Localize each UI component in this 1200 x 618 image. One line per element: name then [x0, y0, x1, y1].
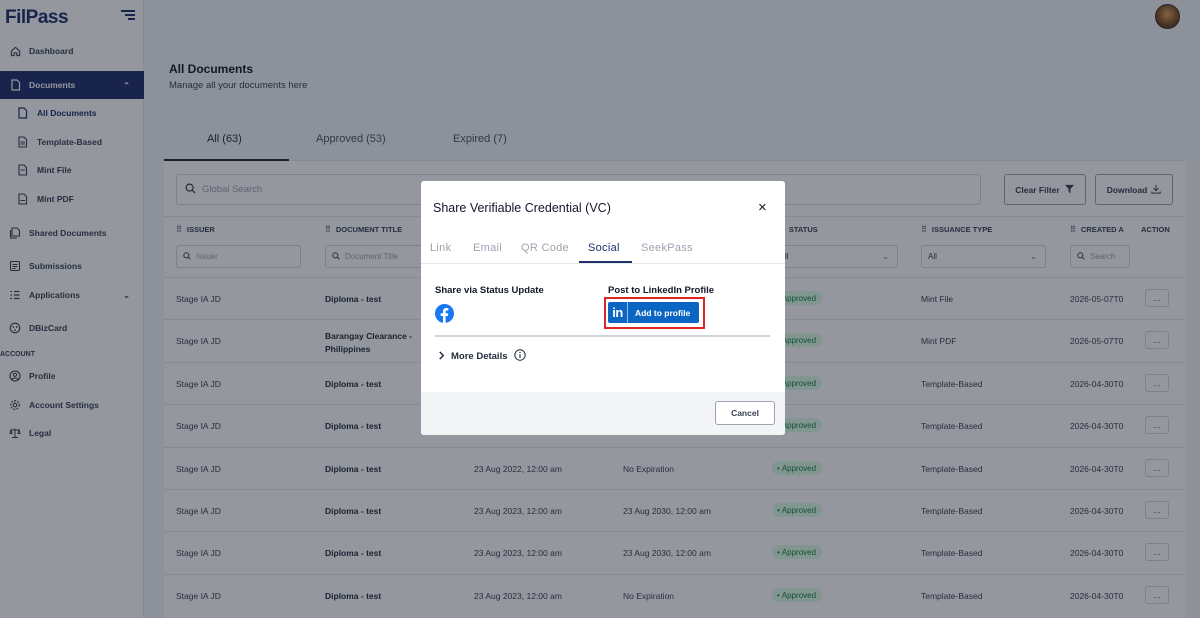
- linkedin-icon: in: [608, 302, 628, 323]
- add-to-profile-button[interactable]: in Add to profile: [608, 302, 699, 323]
- modal-divider: [435, 335, 770, 337]
- modal-tab-social[interactable]: Social: [588, 242, 620, 254]
- modal-tab-seekpass[interactable]: SeekPass: [641, 242, 693, 254]
- share-vc-modal: Share Verifiable Credential (VC) × Link …: [421, 181, 785, 435]
- status-update-label: Share via Status Update: [435, 285, 544, 296]
- add-to-profile-label: Add to profile: [635, 307, 691, 318]
- more-details-toggle[interactable]: More Details: [438, 349, 526, 364]
- linkedin-profile-label: Post to LinkedIn Profile: [608, 285, 715, 296]
- modal-tab-qr-code[interactable]: QR Code: [521, 242, 569, 254]
- modal-tab-email[interactable]: Email: [473, 242, 502, 254]
- more-details-label: More Details: [451, 351, 508, 362]
- modal-tab-active-indicator: [579, 261, 632, 263]
- modal-title: Share Verifiable Credential (VC): [433, 201, 611, 215]
- modal-tab-divider: [421, 263, 785, 264]
- facebook-share-icon[interactable]: [435, 304, 454, 323]
- chevron-right-icon: [438, 350, 445, 363]
- modal-tab-link[interactable]: Link: [430, 242, 451, 254]
- info-icon[interactable]: [513, 349, 526, 364]
- close-icon[interactable]: ×: [758, 200, 767, 215]
- cancel-button[interactable]: Cancel: [715, 401, 775, 425]
